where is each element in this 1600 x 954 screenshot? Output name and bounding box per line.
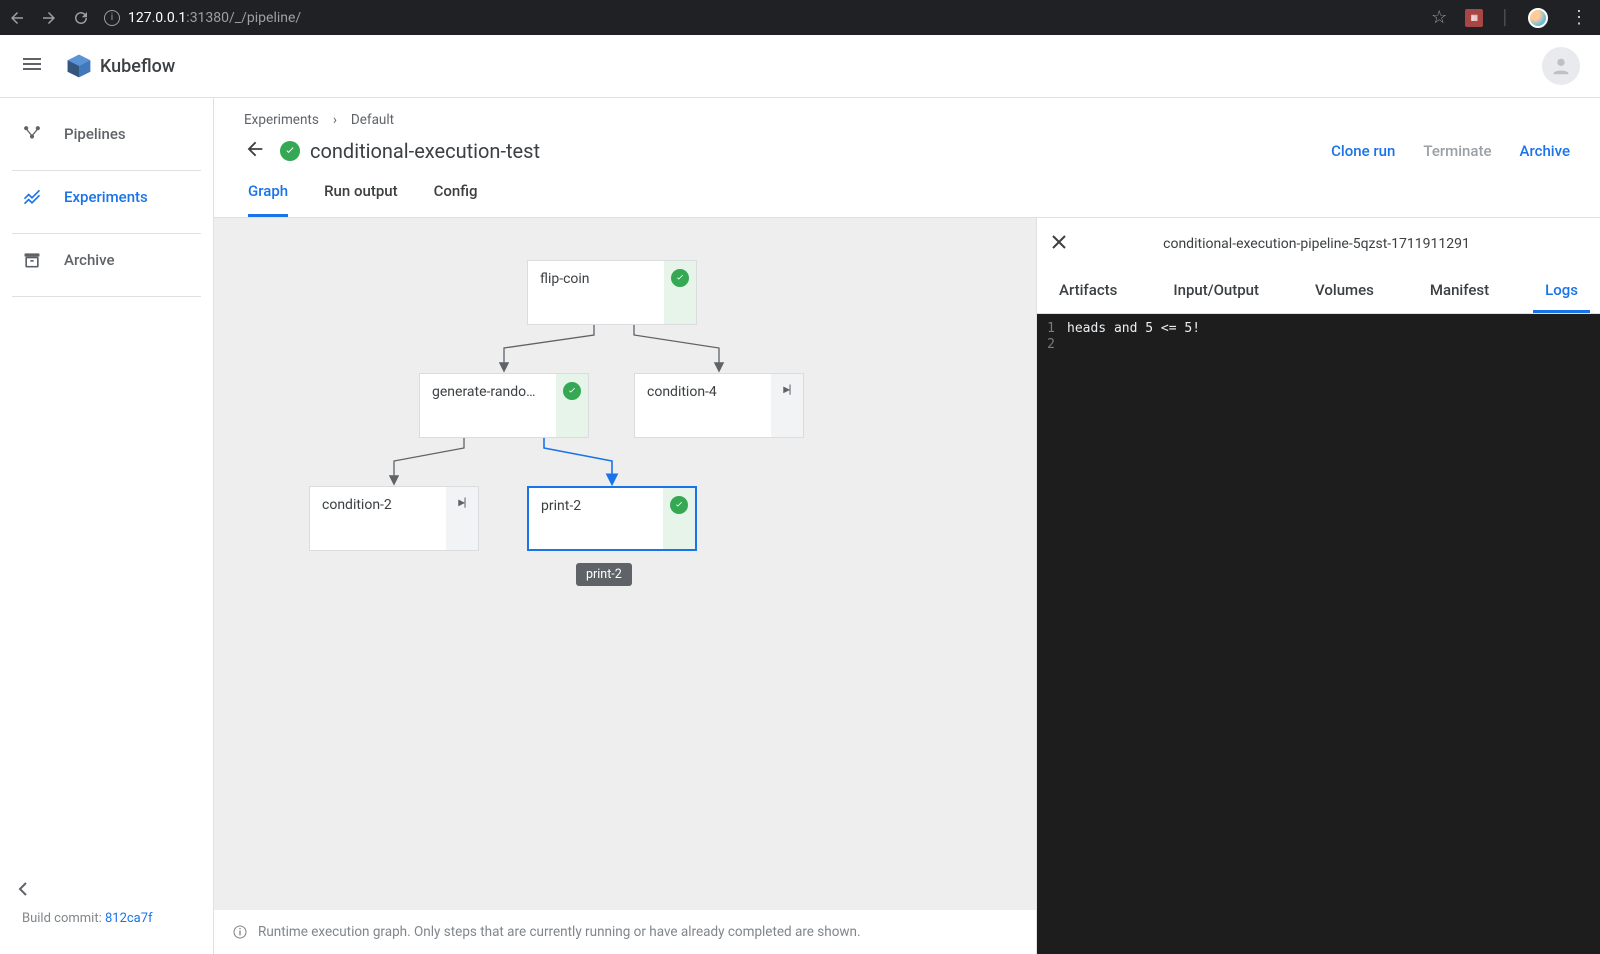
- main-tabs: Graph Run output Config: [244, 164, 1570, 217]
- page-title: conditional-execution-test: [310, 139, 540, 163]
- collapse-sidebar-button[interactable]: [0, 867, 213, 911]
- pipelines-icon: [22, 124, 42, 144]
- page-header: Experiments › Default conditional-execut…: [214, 98, 1600, 218]
- breadcrumb: Experiments › Default: [244, 106, 1570, 134]
- archive-button[interactable]: Archive: [1520, 142, 1570, 160]
- graph-edges: [214, 218, 1036, 954]
- node-tooltip: print-2: [576, 563, 632, 586]
- experiments-icon: [22, 187, 42, 207]
- check-icon: [671, 269, 689, 287]
- reload-icon[interactable]: [72, 9, 90, 27]
- more-menu-icon[interactable]: ⋮: [1566, 7, 1592, 28]
- skipped-icon: ▸|: [783, 382, 790, 396]
- bookmark-icon[interactable]: ☆: [1431, 7, 1447, 28]
- node-condition-4[interactable]: condition-4 ▸|: [634, 373, 804, 438]
- detail-title: conditional-execution-pipeline-5qzst-171…: [1067, 236, 1586, 252]
- close-panel-button[interactable]: [1051, 234, 1067, 254]
- close-icon: [1051, 234, 1067, 250]
- clone-run-button[interactable]: Clone run: [1331, 142, 1395, 160]
- info-icon: [232, 924, 248, 940]
- node-print-2[interactable]: print-2: [527, 486, 697, 551]
- detail-tabs: Artifacts Input/Output Volumes Manifest …: [1037, 270, 1600, 314]
- url-bar[interactable]: i 127.0.0.1:31380/_/pipeline/: [104, 0, 1417, 35]
- status-success-icon: [280, 141, 300, 161]
- brand-name: Kubeflow: [100, 56, 175, 77]
- back-button[interactable]: [244, 138, 266, 164]
- site-info-icon[interactable]: i: [104, 10, 120, 26]
- kubeflow-logo-icon: [66, 53, 92, 79]
- sidebar-item-pipelines[interactable]: Pipelines: [10, 112, 203, 156]
- log-line: 1 heads and 5 <= 5!: [1045, 320, 1592, 336]
- log-output[interactable]: 1 heads and 5 <= 5! 2: [1037, 314, 1600, 954]
- build-hash-link[interactable]: 812ca7f: [105, 911, 153, 926]
- check-icon: [563, 382, 581, 400]
- breadcrumb-sep: ›: [333, 112, 337, 128]
- node-generate-random[interactable]: generate-random…: [419, 373, 589, 438]
- menu-toggle-icon[interactable]: [20, 52, 44, 80]
- extension-icon[interactable]: ▦: [1465, 9, 1483, 27]
- url-text: 127.0.0.1:31380/_/pipeline/: [128, 10, 301, 26]
- forward-icon[interactable]: [40, 9, 58, 27]
- browser-toolbar: i 127.0.0.1:31380/_/pipeline/ ☆ ▦ │ ⋮: [0, 0, 1600, 35]
- graph-canvas[interactable]: flip-coin generate-random… condition-4 ▸…: [214, 218, 1036, 954]
- detail-tab-artifacts[interactable]: Artifacts: [1047, 270, 1129, 313]
- tab-config[interactable]: Config: [434, 182, 478, 217]
- tab-run-output[interactable]: Run output: [324, 182, 397, 217]
- log-line: 2: [1045, 336, 1592, 352]
- chevron-left-icon: [18, 881, 28, 897]
- archive-icon: [22, 250, 42, 270]
- skipped-icon: ▸|: [458, 495, 465, 509]
- terminate-button: Terminate: [1423, 142, 1491, 160]
- app-header: Kubeflow: [0, 35, 1600, 98]
- sidebar: Pipelines Experiments Archive Build comm…: [0, 98, 214, 954]
- build-commit: Build commit: 812ca7f: [0, 911, 213, 954]
- detail-tab-manifest[interactable]: Manifest: [1418, 270, 1501, 313]
- brand[interactable]: Kubeflow: [66, 53, 175, 79]
- profile-avatar-icon[interactable]: [1528, 8, 1548, 28]
- breadcrumb-default[interactable]: Default: [351, 112, 394, 128]
- node-condition-2[interactable]: condition-2 ▸|: [309, 486, 479, 551]
- detail-tab-volumes[interactable]: Volumes: [1303, 270, 1386, 313]
- graph-footer: Runtime execution graph. Only steps that…: [214, 910, 1036, 954]
- check-icon: [670, 496, 688, 514]
- user-avatar[interactable]: [1542, 47, 1580, 85]
- node-flip-coin[interactable]: flip-coin: [527, 260, 697, 325]
- detail-panel: conditional-execution-pipeline-5qzst-171…: [1036, 218, 1600, 954]
- detail-tab-io[interactable]: Input/Output: [1161, 270, 1271, 313]
- back-icon[interactable]: [8, 9, 26, 27]
- sidebar-item-archive[interactable]: Archive: [10, 238, 203, 282]
- breadcrumb-experiments[interactable]: Experiments: [244, 112, 319, 128]
- tab-graph[interactable]: Graph: [248, 182, 288, 217]
- detail-tab-logs[interactable]: Logs: [1533, 270, 1590, 313]
- sidebar-item-experiments[interactable]: Experiments: [10, 175, 203, 219]
